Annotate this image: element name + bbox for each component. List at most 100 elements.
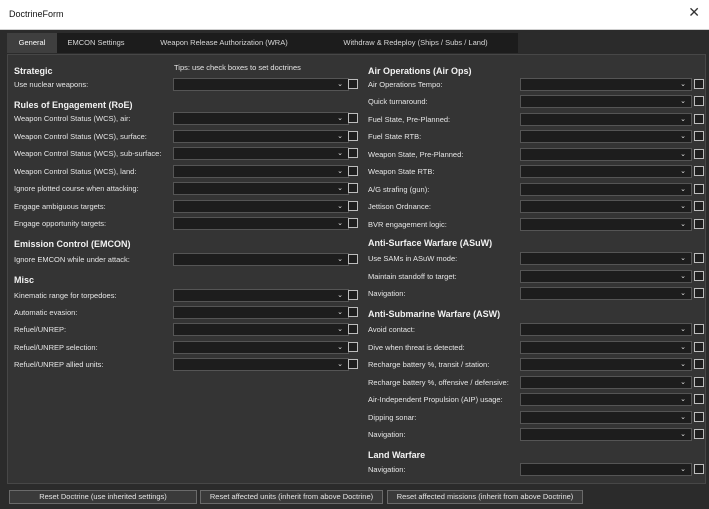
label-air-ops-tempo: Air Operations Tempo: — [368, 80, 443, 89]
checkbox-avoid-contact[interactable] — [694, 324, 704, 334]
select-land-navigation[interactable]: ⌄ — [520, 463, 692, 476]
select-use-sams-asuw[interactable]: ⌄ — [520, 252, 692, 265]
checkbox-asw-navigation[interactable] — [694, 429, 704, 439]
checkbox-weapon-state-pre-planned[interactable] — [694, 149, 704, 159]
checkbox-fuel-state-pre-planned[interactable] — [694, 114, 704, 124]
chevron-down-icon: ⌄ — [680, 151, 686, 158]
tips-text: Tips: use check boxes to set doctrines — [174, 63, 301, 72]
reset-doctrine-button[interactable]: Reset Doctrine (use inherited settings) — [9, 490, 197, 504]
chevron-down-icon: ⌄ — [337, 326, 343, 333]
checkbox-aip-usage[interactable] — [694, 394, 704, 404]
chevron-down-icon: ⌄ — [680, 133, 686, 140]
select-quick-turnaround[interactable]: ⌄ — [520, 95, 692, 108]
checkbox-bvr-engagement-logic[interactable] — [694, 219, 704, 229]
chevron-down-icon: ⌄ — [680, 379, 686, 386]
checkbox-ignore-emcon-under-attack[interactable] — [348, 254, 358, 264]
checkbox-maintain-standoff[interactable] — [694, 271, 704, 281]
section-emcon-title: Emission Control (EMCON) — [14, 239, 131, 249]
checkbox-ignore-plotted-course[interactable] — [348, 183, 358, 193]
tab-withdraw-redeploy[interactable]: Withdraw & Redeploy (Ships / Subs / Land… — [313, 33, 518, 53]
tab-general[interactable]: General — [7, 33, 57, 53]
select-asw-navigation[interactable]: ⌄ — [520, 428, 692, 441]
checkbox-ag-strafing[interactable] — [694, 184, 704, 194]
select-refuel-unrep-selection[interactable]: ⌄ — [173, 341, 349, 354]
close-icon[interactable]: ✕ — [688, 4, 700, 21]
select-refuel-unrep-allied-units[interactable]: ⌄ — [173, 358, 349, 371]
select-asuw-navigation[interactable]: ⌄ — [520, 287, 692, 300]
tab-emcon-settings[interactable]: EMCON Settings — [57, 33, 135, 53]
select-dipping-sonar[interactable]: ⌄ — [520, 411, 692, 424]
section-asuw-title: Anti-Surface Warfare (ASuW) — [368, 238, 493, 248]
checkbox-recharge-transit[interactable] — [694, 359, 704, 369]
checkbox-refuel-unrep-allied-units[interactable] — [348, 359, 358, 369]
checkbox-asuw-navigation[interactable] — [694, 288, 704, 298]
chevron-down-icon: ⌄ — [680, 273, 686, 280]
checkbox-engage-opportunity-targets[interactable] — [348, 218, 358, 228]
select-bvr-engagement-logic[interactable]: ⌄ — [520, 218, 692, 231]
reset-affected-missions-button[interactable]: Reset affected missions (inherit from ab… — [387, 490, 583, 504]
select-jettison-ordnance[interactable]: ⌄ — [520, 200, 692, 213]
title-bar: DoctrineForm ✕ — [0, 0, 709, 30]
checkbox-use-sams-asuw[interactable] — [694, 253, 704, 263]
checkbox-wcs-land[interactable] — [348, 166, 358, 176]
label-use-sams-asuw: Use SAMs in ASuW mode: — [368, 254, 458, 263]
checkbox-wcs-sub-surface[interactable] — [348, 148, 358, 158]
select-ignore-emcon-under-attack[interactable]: ⌄ — [173, 253, 349, 266]
select-wcs-land[interactable]: ⌄ — [173, 165, 349, 178]
label-ignore-plotted-course: Ignore plotted course when attacking: — [14, 184, 139, 193]
checkbox-land-navigation[interactable] — [694, 464, 704, 474]
checkbox-wcs-surface[interactable] — [348, 131, 358, 141]
select-weapon-state-pre-planned[interactable]: ⌄ — [520, 148, 692, 161]
chevron-down-icon: ⌄ — [337, 256, 343, 263]
checkbox-jettison-ordnance[interactable] — [694, 201, 704, 211]
chevron-down-icon: ⌄ — [680, 290, 686, 297]
select-recharge-offensive[interactable]: ⌄ — [520, 376, 692, 389]
label-bvr-engagement-logic: BVR engagement logic: — [368, 220, 447, 229]
section-roe-title: Rules of Engagement (RoE) — [14, 100, 133, 110]
chevron-down-icon: ⌄ — [680, 116, 686, 123]
select-kinematic-range-torpedoes[interactable]: ⌄ — [173, 289, 349, 302]
select-recharge-transit[interactable]: ⌄ — [520, 358, 692, 371]
select-dive-when-threat[interactable]: ⌄ — [520, 341, 692, 354]
select-air-ops-tempo[interactable]: ⌄ — [520, 78, 692, 91]
select-fuel-state-rtb[interactable]: ⌄ — [520, 130, 692, 143]
tab-bar: General EMCON Settings Weapon Release Au… — [0, 31, 709, 53]
select-automatic-evasion[interactable]: ⌄ — [173, 306, 349, 319]
select-use-nuclear-weapons[interactable]: ⌄ — [173, 78, 349, 91]
checkbox-air-ops-tempo[interactable] — [694, 79, 704, 89]
label-dipping-sonar: Dipping sonar: — [368, 413, 417, 422]
label-recharge-offensive: Recharge battery %, offensive / defensiv… — [368, 378, 509, 387]
checkbox-engage-ambiguous-targets[interactable] — [348, 201, 358, 211]
select-engage-opportunity-targets[interactable]: ⌄ — [173, 217, 349, 230]
chevron-down-icon: ⌄ — [337, 168, 343, 175]
chevron-down-icon: ⌄ — [680, 396, 686, 403]
checkbox-use-nuclear-weapons[interactable] — [348, 79, 358, 89]
select-refuel-unrep[interactable]: ⌄ — [173, 323, 349, 336]
checkbox-wcs-air[interactable] — [348, 113, 358, 123]
checkbox-fuel-state-rtb[interactable] — [694, 131, 704, 141]
checkbox-kinematic-range-torpedoes[interactable] — [348, 290, 358, 300]
chevron-down-icon: ⌄ — [680, 255, 686, 262]
checkbox-quick-turnaround[interactable] — [694, 96, 704, 106]
select-avoid-contact[interactable]: ⌄ — [520, 323, 692, 336]
reset-affected-units-button[interactable]: Reset affected units (inherit from above… — [200, 490, 383, 504]
select-maintain-standoff[interactable]: ⌄ — [520, 270, 692, 283]
select-wcs-air[interactable]: ⌄ — [173, 112, 349, 125]
select-engage-ambiguous-targets[interactable]: ⌄ — [173, 200, 349, 213]
checkbox-weapon-state-rtb[interactable] — [694, 166, 704, 176]
select-wcs-sub-surface[interactable]: ⌄ — [173, 147, 349, 160]
checkbox-automatic-evasion[interactable] — [348, 307, 358, 317]
checkbox-dive-when-threat[interactable] — [694, 342, 704, 352]
select-ignore-plotted-course[interactable]: ⌄ — [173, 182, 349, 195]
checkbox-recharge-offensive[interactable] — [694, 377, 704, 387]
tab-weapon-release-authorization[interactable]: Weapon Release Authorization (WRA) — [135, 33, 313, 53]
select-weapon-state-rtb[interactable]: ⌄ — [520, 165, 692, 178]
select-fuel-state-pre-planned[interactable]: ⌄ — [520, 113, 692, 126]
label-jettison-ordnance: Jettison Ordnance: — [368, 202, 431, 211]
checkbox-dipping-sonar[interactable] — [694, 412, 704, 422]
select-aip-usage[interactable]: ⌄ — [520, 393, 692, 406]
select-ag-strafing[interactable]: ⌄ — [520, 183, 692, 196]
checkbox-refuel-unrep-selection[interactable] — [348, 342, 358, 352]
select-wcs-surface[interactable]: ⌄ — [173, 130, 349, 143]
checkbox-refuel-unrep[interactable] — [348, 324, 358, 334]
